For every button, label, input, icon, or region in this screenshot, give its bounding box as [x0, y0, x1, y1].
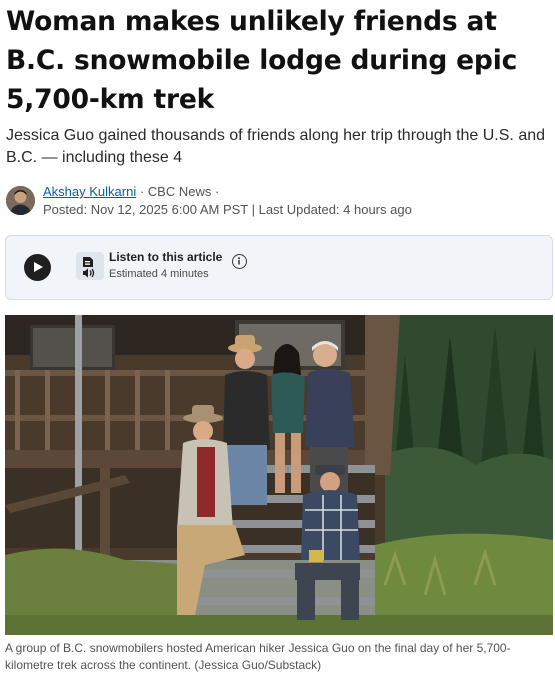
listen-estimate: Estimated 4 minutes: [109, 268, 209, 280]
photo-caption: A group of B.C. snowmobilers hosted Amer…: [5, 641, 511, 672]
timestamp: Posted: Nov 12, 2025 6:00 AM PST | Last …: [43, 202, 412, 217]
author-link[interactable]: Akshay Kulkarni: [43, 184, 136, 199]
info-icon[interactable]: [232, 254, 247, 269]
author-avatar-image: [6, 186, 35, 215]
byline: Akshay Kulkarni · CBC News ·: [43, 183, 219, 201]
play-icon[interactable]: [24, 254, 51, 281]
byline-separator: ·: [211, 184, 220, 199]
headline: Woman makes unlikely friends at B.C. sno…: [6, 6, 518, 115]
author-avatar[interactable]: [6, 186, 35, 215]
audio-article-icon: [76, 252, 104, 280]
article-page: Woman makes unlikely friends at B.C. sno…: [0, 0, 555, 686]
deck-subtitle: Jessica Guo gained thousands of friends …: [6, 127, 546, 166]
listen-title[interactable]: Listen to this article: [109, 250, 222, 264]
outlet-name: CBC News: [147, 184, 212, 199]
article-photo[interactable]: [5, 315, 553, 635]
lodge-group-photo: [5, 315, 553, 635]
byline-separator: ·: [136, 184, 148, 199]
listen-to-article-panel: Listen to this article Estimated 4 minut…: [5, 235, 553, 300]
